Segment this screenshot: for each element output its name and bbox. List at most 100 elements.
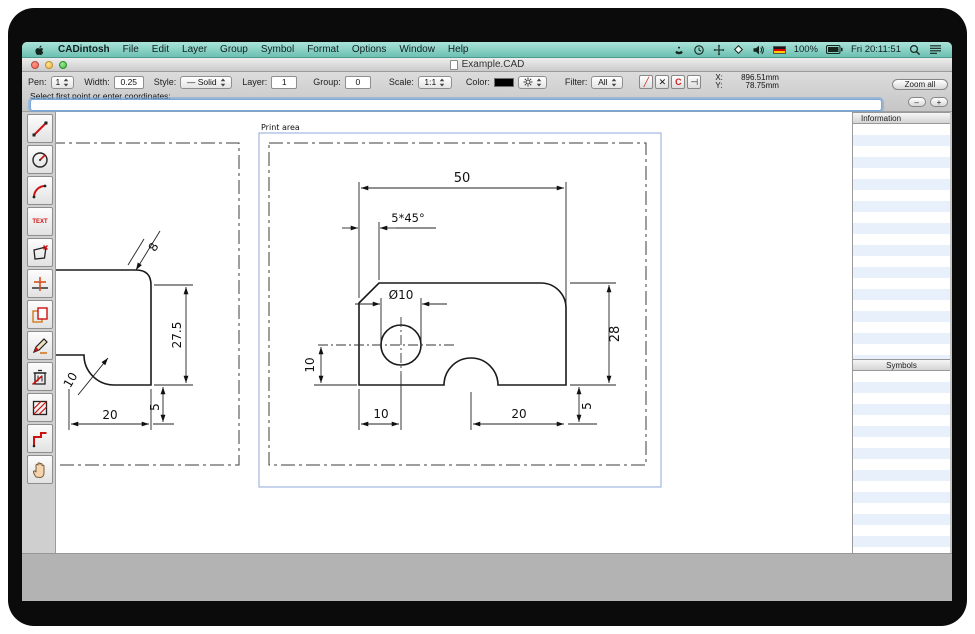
menu-item-help[interactable]: Help: [448, 44, 469, 55]
menu-item-file[interactable]: File: [123, 44, 139, 55]
popup-arrows-icon: [611, 78, 617, 87]
color-swatch[interactable]: [494, 78, 514, 87]
line-icon: [30, 119, 50, 139]
menu-item-options[interactable]: Options: [352, 44, 386, 55]
popup-arrows-icon: [439, 78, 445, 87]
menu-app-name[interactable]: CADintosh: [58, 44, 110, 55]
battery-icon[interactable]: [826, 44, 843, 55]
menu-item-layer[interactable]: Layer: [182, 44, 207, 55]
scale-label: Scale:: [389, 77, 414, 87]
menu-item-symbol[interactable]: Symbol: [261, 44, 294, 55]
hand-icon: [30, 460, 50, 480]
delete-mode-toggle[interactable]: ✕: [655, 75, 669, 89]
volume-icon[interactable]: [752, 44, 765, 56]
menu-list-icon[interactable]: [929, 44, 942, 55]
copy-icon: [30, 305, 50, 325]
corner-icon: [30, 429, 50, 449]
dim-label: Ø10: [389, 288, 414, 302]
pen-mode-toggle[interactable]: ╱: [639, 75, 653, 89]
copy-mode-toggle[interactable]: C: [671, 75, 685, 89]
dim-label: 27.5: [170, 322, 184, 349]
menu-item-format[interactable]: Format: [307, 44, 339, 55]
dim-label: 50: [454, 171, 471, 186]
text-tool-label: TEXT: [32, 219, 47, 225]
dim-label: 10: [373, 407, 388, 421]
text-tool-button[interactable]: TEXT: [27, 207, 53, 236]
zoom-button[interactable]: [59, 61, 67, 69]
arc-icon: [30, 181, 50, 201]
dim-label: 10: [303, 357, 317, 372]
polygon-tool-button[interactable]: [27, 238, 53, 267]
window-footer: [22, 553, 952, 601]
menu-item-edit[interactable]: Edit: [152, 44, 169, 55]
pen-settings-popup[interactable]: [518, 76, 547, 89]
filter-popup[interactable]: All: [591, 76, 623, 89]
group-field[interactable]: 0: [345, 76, 371, 89]
copy-tool-button[interactable]: [27, 300, 53, 329]
layer-label: Layer:: [242, 77, 267, 87]
corner-tool-button[interactable]: [27, 424, 53, 453]
zoom-all-button[interactable]: Zoom all: [892, 79, 948, 90]
line-tool-button[interactable]: [27, 114, 53, 143]
group-label: Group:: [313, 77, 341, 87]
menu-item-window[interactable]: Window: [399, 44, 435, 55]
spotlight-search-icon[interactable]: [909, 44, 921, 56]
german-flag-icon[interactable]: [773, 46, 786, 54]
pan-tool-button[interactable]: [27, 455, 53, 484]
monitor-bezel: CADintosh File Edit Layer Group Symbol F…: [8, 8, 967, 626]
cad-drawing: Print area 8 27.5 20: [56, 112, 852, 553]
snap-mode-toggle[interactable]: ⊣: [687, 75, 701, 89]
layer-field[interactable]: 1: [271, 76, 297, 89]
dim-label: 28: [608, 326, 623, 343]
circle-tool-button[interactable]: [27, 145, 53, 174]
width-field[interactable]: 0.25: [114, 76, 144, 89]
information-list[interactable]: [853, 124, 950, 359]
toolbar-area: Pen: 1 Width: 0.25 Style: — Solid Layer:…: [22, 72, 952, 112]
scale-popup[interactable]: 1:1: [418, 76, 452, 89]
menu-item-group[interactable]: Group: [220, 44, 248, 55]
delete-tool-button[interactable]: [27, 362, 53, 391]
modify-tool-button[interactable]: [27, 331, 53, 360]
style-label: Style:: [154, 77, 177, 87]
style-popup[interactable]: — Solid: [180, 76, 232, 89]
menu-clock[interactable]: Fri 20:11:51: [851, 44, 901, 55]
phone-icon[interactable]: [673, 44, 685, 56]
pencil-icon: [30, 336, 50, 356]
print-area-border: [259, 133, 661, 487]
dim-label: 10: [61, 370, 81, 390]
minimize-button[interactable]: [45, 61, 53, 69]
close-button[interactable]: [31, 61, 39, 69]
arc-tool-button[interactable]: [27, 176, 53, 205]
mode-toggles: ╱ ✕ C ⊣: [639, 75, 701, 89]
gear-icon: [523, 77, 533, 87]
pen-popup[interactable]: 1: [51, 76, 75, 89]
coord-y-value: 78.75mm: [727, 82, 779, 91]
coordinate-input[interactable]: [30, 99, 882, 111]
zoom-in-button[interactable]: +: [930, 97, 948, 107]
popup-arrows-icon: [63, 78, 69, 87]
info-panel: Information Symbols: [852, 112, 950, 553]
window-title-bar: Example.CAD: [22, 58, 952, 72]
left-part-outline: [56, 270, 151, 385]
diamond-icon[interactable]: [733, 44, 744, 55]
width-label: Width:: [84, 77, 110, 87]
dim-label: 20: [102, 408, 117, 422]
apple-menu-icon[interactable]: [34, 44, 45, 56]
pen-label: Pen:: [28, 77, 47, 87]
hatch-icon: [30, 398, 50, 418]
symbols-list[interactable]: [853, 371, 950, 553]
dimension-tool-button[interactable]: [27, 269, 53, 298]
dim-label: 20: [511, 407, 526, 421]
dim-label: 5*45°: [391, 211, 424, 225]
zoom-out-button[interactable]: –: [908, 97, 926, 107]
hatch-tool-button[interactable]: [27, 393, 53, 422]
drawing-canvas[interactable]: Print area 8 27.5 20: [55, 112, 852, 553]
dim-label: 5: [580, 402, 594, 410]
move-arrows-icon[interactable]: [713, 44, 725, 56]
dim-label: 5: [148, 403, 162, 411]
history-clock-icon[interactable]: [693, 44, 705, 56]
trash-icon: [30, 367, 50, 387]
information-header: Information: [853, 112, 950, 124]
polygon-icon: [30, 243, 50, 263]
color-label: Color:: [466, 77, 490, 87]
